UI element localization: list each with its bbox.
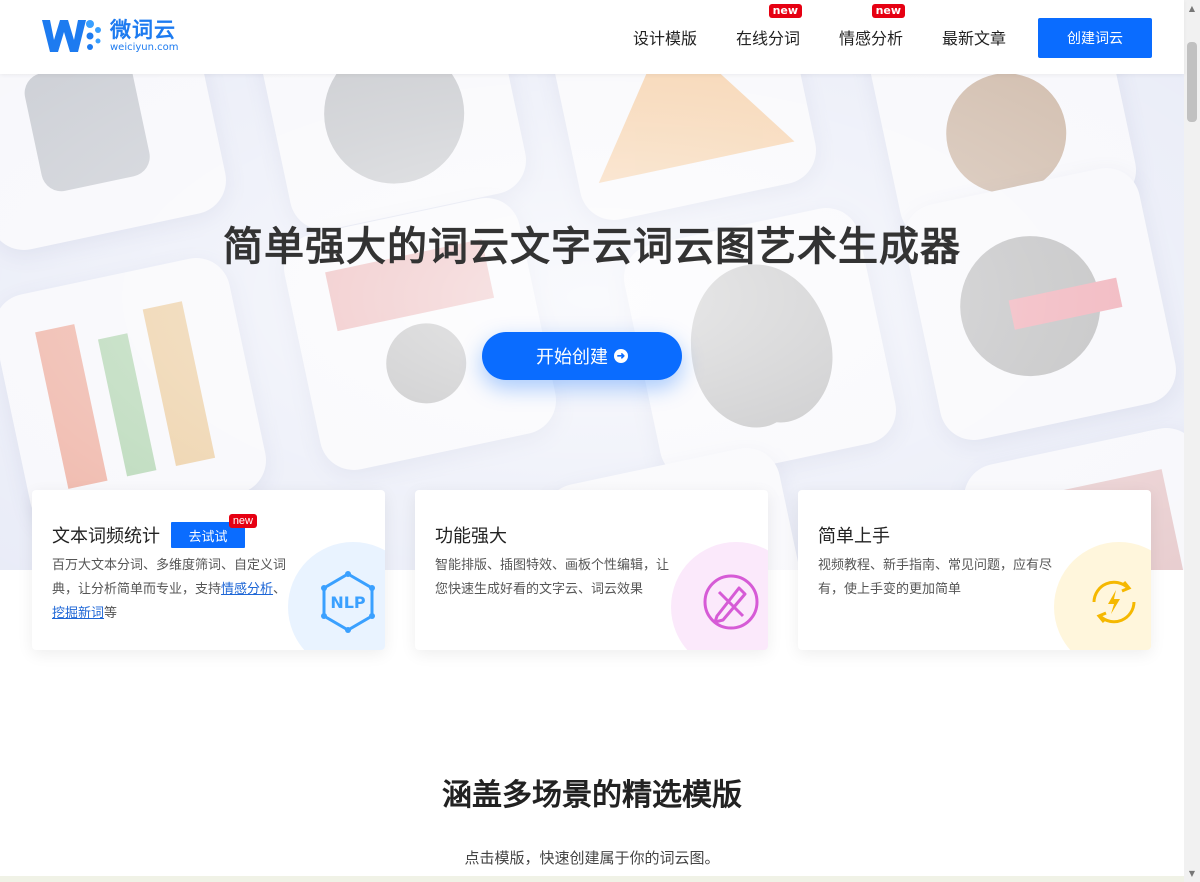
new-badge: new [768,4,803,18]
scroll-up-arrow-icon[interactable]: ▲ [1184,0,1200,17]
logo-domain: weiciyun.com [110,42,179,53]
start-button-label: 开始创建 [536,347,608,367]
create-wordcloud-button[interactable]: 创建词云 [1038,18,1152,58]
nav-item-label: 在线分词 [736,29,801,48]
nav-item-label: 最新文章 [942,29,1007,48]
card-title: 功能强大 [435,526,507,547]
card-title-row: 功能强大 [435,522,507,548]
nav-item-word-segmentation[interactable]: 在线分词 new [736,4,803,49]
templates-section-title: 涵盖多场景的精选模版 [442,778,742,813]
card-description: 视频教程、新手指南、常见问题，应有尽有，使上手变的更加简单 [818,558,1053,597]
hero-title: 简单强大的词云文字云词云图艺术生成器 [223,224,961,270]
sentiment-analysis-link[interactable]: 情感分析 [221,582,273,597]
templates-section-subtitle: 点击模版，快速创建属于你的词云图。 [464,849,720,867]
try-button-label: 去试试 [188,528,228,544]
card-description: 智能排版、插图特效、画板个性编辑，让您快速生成好看的文字云、词云效果 [435,558,670,597]
feature-card-powerful: 功能强大 智能排版、插图特效、画板个性编辑，让您快速生成好看的文字云、词云效果 [415,490,768,650]
desc-suffix: 等 [104,606,118,621]
lightning-refresh-icon [1092,580,1136,624]
svg-text:NLP: NLP [330,593,366,612]
new-badge: new [228,514,257,528]
scroll-down-arrow-icon[interactable]: ▼ [1184,865,1200,882]
nlp-icon: NLP [321,571,375,633]
nav-item-label: 情感分析 [839,29,904,48]
main-nav: 设计模版 在线分词 new 情感分析 new 最新文章 [633,0,1045,74]
feature-card-word-frequency: 文本词频统计 去试试 new 百万大文本分词、多维度筛词、自定义词典，让分析简单… [32,490,385,650]
bottom-strip [0,876,1184,882]
arrow-circle-right-icon: ➜ [614,349,628,363]
design-tools-icon [703,574,759,630]
card-title: 文本词频统计 [52,526,160,547]
nav-item-templates[interactable]: 设计模版 [633,25,697,49]
new-word-mining-link[interactable]: 挖掘新词 [52,606,104,621]
card-title-row: 文本词频统计 去试试 new [52,514,257,548]
nav-item-articles[interactable]: 最新文章 [942,25,1006,49]
scrollbar-thumb[interactable] [1187,42,1197,122]
logo-name: 微词云 [110,18,176,42]
start-creating-button[interactable]: 开始创建 ➜ [482,332,682,380]
site-logo[interactable]: 微词云 weiciyun.com [40,14,179,58]
nav-item-sentiment[interactable]: 情感分析 new [839,4,906,49]
card-description: 百万大文本分词、多维度筛词、自定义词典，让分析简单而专业，支持情感分析、挖掘新词… [52,554,292,626]
try-it-button[interactable]: 去试试 new [171,514,257,548]
card-title-row: 简单上手 [818,522,890,548]
new-badge: new [871,4,906,18]
feature-card-easy-to-use: 简单上手 视频教程、新手指南、常见问题，应有尽有，使上手变的更加简单 [798,490,1151,650]
site-header: 微词云 weiciyun.com 设计模版 在线分词 new 情感分析 new … [0,0,1184,74]
card-title: 简单上手 [818,526,890,547]
logo-text: 微词云 weiciyun.com [110,18,179,54]
desc-separator: 、 [273,582,287,597]
nav-item-label: 设计模版 [633,29,698,48]
page-scrollbar[interactable]: ▲ ▼ [1184,0,1200,882]
logo-mark-icon [42,20,101,52]
